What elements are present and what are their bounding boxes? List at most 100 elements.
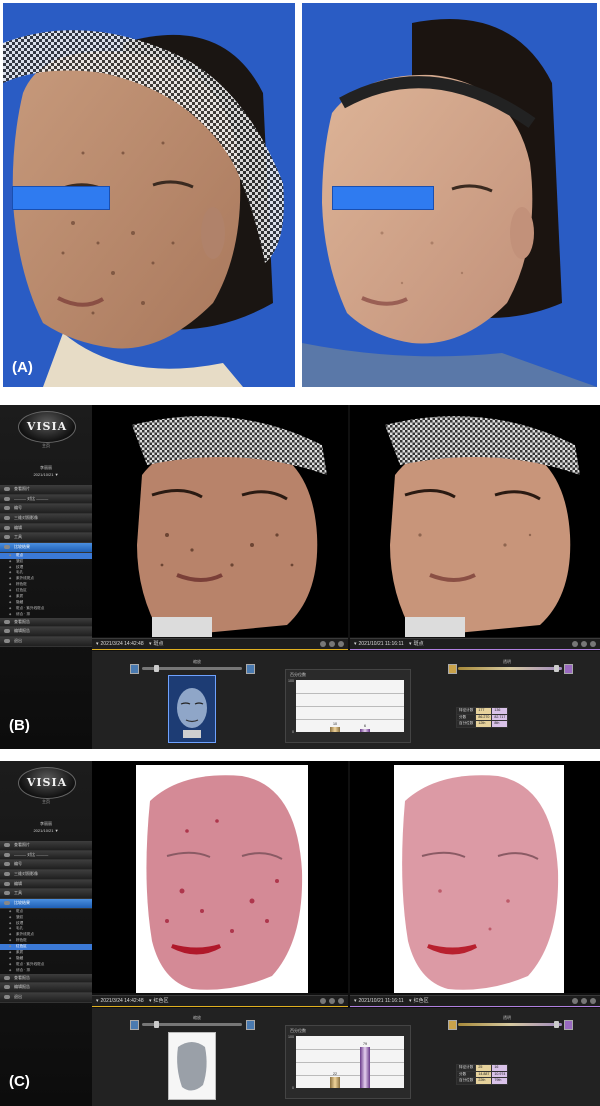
transparency-slider[interactable] bbox=[458, 667, 562, 670]
bar-after bbox=[360, 1046, 370, 1088]
dropdown-arrow-icon[interactable]: ▾ bbox=[96, 998, 99, 1004]
menu-item-number[interactable]: 编号 bbox=[0, 860, 92, 871]
3d-icon bbox=[4, 872, 10, 877]
menu-item-3d[interactable]: 三维对照影像 bbox=[0, 514, 92, 524]
menu-item-edit[interactable]: 编辑 bbox=[0, 879, 92, 890]
menu-item-compare[interactable]: ——— 对比 ——— bbox=[0, 850, 92, 861]
zoom-slider-knob[interactable] bbox=[154, 665, 159, 672]
menu-item-edit-report[interactable]: 编辑报告 bbox=[0, 627, 92, 637]
menu-item-3d[interactable]: 三维对照影像 bbox=[0, 870, 92, 880]
dropdown-arrow-icon[interactable]: ▾ bbox=[354, 641, 357, 647]
y-tick-min: 0 bbox=[292, 730, 294, 734]
menu-item-exit[interactable]: 退出 bbox=[0, 636, 92, 647]
row-label: 百分位数 bbox=[455, 720, 477, 728]
table-row: 百分位数 12th 8th bbox=[455, 720, 509, 728]
info-icon[interactable] bbox=[572, 641, 578, 647]
zoom-out-icon[interactable] bbox=[130, 1020, 139, 1030]
sidebar-menu: 查看照片 ——— 对比 ——— 编号 三维对照影像 编辑 工具 比较结果 斑点 … bbox=[0, 841, 92, 1003]
left-analysis-mode[interactable]: 红色区 bbox=[154, 998, 169, 1004]
settings-icon[interactable] bbox=[338, 998, 344, 1004]
left-analysis-mode[interactable]: 斑点 bbox=[154, 641, 164, 647]
zoom-in-icon[interactable] bbox=[246, 1020, 255, 1030]
visia-window-b: VISIA 主页 李丽丽 2021/10/21 ▼ 查看照片 ——— 对比 ——… bbox=[0, 405, 600, 749]
3d-icon bbox=[4, 516, 10, 521]
zoom-out-icon[interactable] bbox=[130, 664, 139, 674]
thumbnail-preview[interactable] bbox=[168, 1032, 216, 1100]
bar-label-after: 79 bbox=[363, 1041, 367, 1046]
menu-item-tools[interactable]: 工具 bbox=[0, 533, 92, 544]
menu-item-edit[interactable]: 编辑 bbox=[0, 523, 92, 534]
image-left-c[interactable] bbox=[92, 761, 348, 993]
session-date-select[interactable]: 2021/10/21 ▼ bbox=[0, 472, 92, 477]
edit-icon bbox=[4, 525, 10, 530]
menu-item-tools[interactable]: 工具 bbox=[0, 889, 92, 900]
stats-table: 特征计数 177 136 分数 86.270 82.717 百分位数 12th 8th bbox=[455, 707, 509, 728]
table-row: 特征计数 177 136 bbox=[455, 707, 509, 715]
after-image-icon[interactable] bbox=[564, 1020, 573, 1030]
info-icon[interactable] bbox=[572, 998, 578, 1004]
panel-label-c: (C) bbox=[9, 1073, 30, 1090]
right-session-date[interactable]: 2021/10/21 11:16:11 bbox=[359, 641, 404, 647]
dropdown-arrow-icon[interactable]: ▾ bbox=[149, 998, 152, 1004]
menu-item-view-photos[interactable]: 查看照片 bbox=[0, 485, 92, 495]
transparency-slider[interactable] bbox=[458, 1023, 562, 1026]
right-analysis-mode[interactable]: 红色区 bbox=[414, 998, 429, 1004]
info-icon[interactable] bbox=[320, 998, 326, 1004]
left-session-date[interactable]: 2021/3/24 14:42:48 bbox=[101, 998, 144, 1004]
report-icon bbox=[4, 619, 10, 624]
image-left-b[interactable] bbox=[92, 405, 348, 637]
right-session-date[interactable]: 2021/10/21 11:16:11 bbox=[359, 998, 404, 1004]
dropdown-arrow-icon[interactable]: ▾ bbox=[354, 998, 357, 1004]
cell-before: 22th bbox=[475, 1077, 493, 1085]
sidebar: VISIA 主页 李丽丽 2021/10/21 ▼ 查看照片 ——— 对比 ——… bbox=[0, 761, 92, 1106]
close-icon[interactable] bbox=[581, 641, 587, 647]
chart-title: 百分位数 bbox=[290, 672, 306, 677]
dropdown-arrow-icon[interactable]: ▾ bbox=[409, 998, 412, 1004]
thumbnail-preview[interactable] bbox=[168, 675, 216, 743]
dropdown-arrow-icon[interactable]: ▾ bbox=[409, 641, 412, 647]
y-tick-max: 100 bbox=[288, 679, 294, 683]
close-icon[interactable] bbox=[329, 641, 335, 647]
close-icon[interactable] bbox=[581, 998, 587, 1004]
menu-item-edit-report[interactable]: 编辑报告 bbox=[0, 983, 92, 993]
menu-item-number[interactable]: 编号 bbox=[0, 504, 92, 515]
dropdown-arrow-icon[interactable]: ▾ bbox=[96, 641, 99, 647]
image-right-b[interactable] bbox=[350, 405, 600, 637]
y-tick-min: 0 bbox=[292, 1086, 294, 1090]
home-link[interactable]: 主页 bbox=[0, 443, 92, 449]
menu-item-view-report[interactable]: 查看报告 bbox=[0, 973, 92, 984]
before-image-icon[interactable] bbox=[448, 664, 457, 674]
dropdown-arrow-icon[interactable]: ▾ bbox=[149, 641, 152, 647]
image-right-c[interactable] bbox=[350, 761, 600, 993]
exit-icon bbox=[4, 638, 10, 643]
home-link[interactable]: 主页 bbox=[0, 799, 92, 805]
left-session-date[interactable]: 2021/3/24 14:42:48 bbox=[101, 641, 144, 647]
right-analysis-mode[interactable]: 斑点 bbox=[414, 641, 424, 647]
info-icon[interactable] bbox=[320, 641, 326, 647]
before-image-icon[interactable] bbox=[448, 1020, 457, 1030]
chart-title: 百分位数 bbox=[290, 1028, 306, 1033]
results-icon bbox=[4, 901, 10, 906]
transparency-slider-knob[interactable] bbox=[554, 1021, 559, 1028]
zoom-slider-knob[interactable] bbox=[154, 1021, 159, 1028]
after-image-icon[interactable] bbox=[564, 664, 573, 674]
session-date-select[interactable]: 2021/10/21 ▼ bbox=[0, 828, 92, 833]
face-image-spots-after bbox=[350, 405, 600, 637]
tools-icon bbox=[4, 535, 10, 540]
menu-item-exit[interactable]: 退出 bbox=[0, 992, 92, 1003]
menu-item-results[interactable]: 比较结果 bbox=[0, 899, 92, 909]
menu-item-results[interactable]: 比较结果 bbox=[0, 543, 92, 553]
settings-icon[interactable] bbox=[590, 998, 596, 1004]
settings-icon[interactable] bbox=[338, 641, 344, 647]
zoom-in-icon[interactable] bbox=[246, 664, 255, 674]
transparency-slider-knob[interactable] bbox=[554, 665, 559, 672]
stats-table: 特征计数 25 16 分数 14.887 10.974 百分位数 22th 79th bbox=[455, 1064, 509, 1085]
settings-icon[interactable] bbox=[590, 641, 596, 647]
left-accent-line bbox=[92, 649, 348, 650]
privacy-bar bbox=[12, 186, 110, 210]
menu-item-compare[interactable]: ——— 对比 ——— bbox=[0, 494, 92, 505]
table-row: 百分位数 22th 79th bbox=[455, 1077, 509, 1085]
menu-item-view-photos[interactable]: 查看照片 bbox=[0, 841, 92, 851]
menu-item-view-report[interactable]: 查看报告 bbox=[0, 617, 92, 628]
close-icon[interactable] bbox=[329, 998, 335, 1004]
